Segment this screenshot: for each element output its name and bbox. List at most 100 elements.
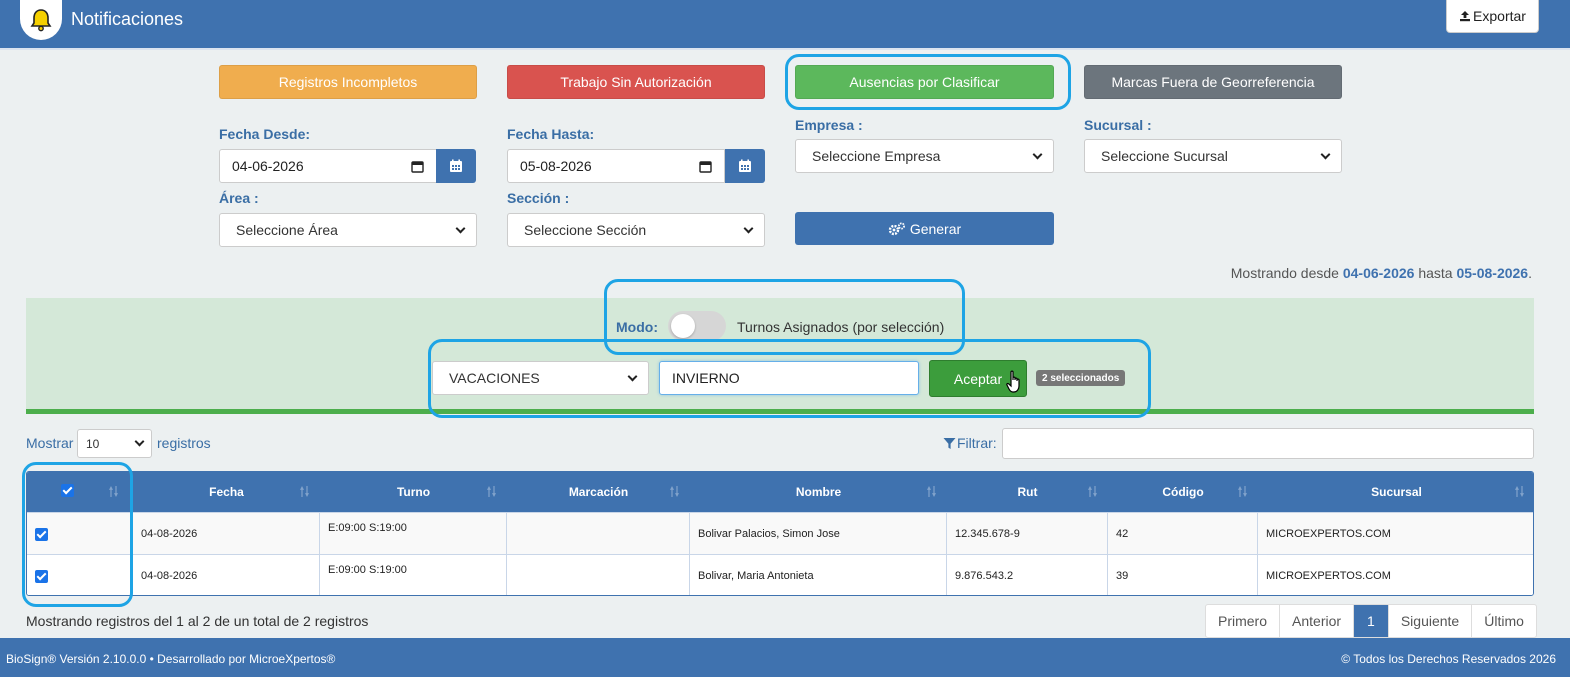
page-prev[interactable]: Anterior [1280, 605, 1355, 637]
export-label: Exportar [1473, 8, 1526, 24]
chevron-down-icon [1320, 149, 1331, 159]
range-from: 04-06-2026 [1342, 265, 1415, 281]
logo-badge [20, 0, 62, 40]
sort-icon [300, 486, 312, 498]
branch-select-value: Seleccione Sucursal [1101, 148, 1228, 164]
company-select[interactable]: Seleccione Empresa [795, 139, 1054, 173]
cell-sucursal: MICROEXPERTOS.COM [1266, 570, 1391, 582]
gears-icon [888, 222, 905, 235]
cell-turno: E:09:00 S:19:00 [320, 513, 507, 555]
page-length-value: 10 [86, 436, 100, 451]
cell-nombre: Bolivar, Maria Antonieta [690, 555, 947, 595]
cell-turno: E:09:00 S:19:00 [320, 555, 507, 595]
range-middle: hasta [1418, 265, 1453, 281]
section-label: Sección : [507, 190, 570, 206]
table-row[interactable]: 04-08-2026 E:09:00 S:19:00 Bolivar, Mari… [27, 554, 1533, 595]
date-from-label: Fecha Desde: [219, 126, 311, 142]
date-to-input[interactable]: 05-08-2026 [507, 149, 725, 183]
cell-codigo: 42 [1108, 513, 1258, 555]
filter-label-wrap: Filtrar: [943, 435, 997, 451]
generate-button[interactable]: Generar [795, 212, 1054, 245]
area-label: Área : [219, 190, 259, 206]
cell-marcacion [507, 513, 690, 555]
sort-icon [1515, 486, 1527, 498]
export-icon [1460, 11, 1471, 22]
col-codigo[interactable]: Código [1108, 472, 1258, 512]
col-nombre[interactable]: Nombre [690, 472, 947, 512]
col-nombre-label: Nombre [795, 485, 842, 499]
table-header: Fecha Turno Marcación Nombre Rut Código … [27, 472, 1533, 512]
page-length-select[interactable]: 10 [77, 429, 152, 458]
chevron-down-icon [1032, 149, 1043, 159]
area-select-value: Seleccione Área [236, 222, 338, 238]
col-fecha-label: Fecha [209, 485, 244, 499]
date-to-label: Fecha Hasta: [507, 126, 595, 142]
out-of-geofence-marks-button[interactable]: Marcas Fuera de Georreferencia [1084, 65, 1342, 99]
range-suffix: . [1528, 265, 1532, 281]
chevron-down-icon [455, 223, 466, 233]
sort-icon [1238, 486, 1250, 498]
col-rut-label: Rut [1017, 485, 1038, 499]
export-button[interactable]: Exportar [1446, 0, 1539, 33]
filter-input[interactable] [1002, 428, 1534, 459]
table-row[interactable]: 04-08-2026 E:09:00 S:19:00 Bolivar Palac… [27, 512, 1533, 555]
branch-label: Sucursal : [1084, 117, 1152, 133]
col-turno-label: Turno [396, 485, 431, 499]
col-codigo-label: Código [1162, 485, 1204, 499]
section-select[interactable]: Seleccione Sección [507, 213, 765, 247]
page-current[interactable]: 1 [1354, 605, 1389, 637]
branch-select[interactable]: Seleccione Sucursal [1084, 139, 1342, 173]
col-sucursal-label: Sucursal [1371, 485, 1422, 499]
calendar-icon [450, 159, 462, 172]
calendar-picker-icon[interactable] [411, 160, 424, 173]
col-turno[interactable]: Turno [320, 472, 507, 512]
generate-label: Generar [909, 220, 962, 237]
section-select-value: Seleccione Sección [524, 222, 647, 238]
area-select[interactable]: Seleccione Área [219, 213, 477, 247]
records-table: Fecha Turno Marcación Nombre Rut Código … [26, 471, 1534, 596]
footer-version: BioSign® Versión 2.10.0.0 • Desarrollado… [6, 652, 336, 666]
sort-icon [487, 486, 499, 498]
footer-copyright: © Todos los Derechos Reservados 2026 [1341, 652, 1556, 666]
incomplete-records-button[interactable]: Registros Incompletos [219, 65, 477, 99]
date-from-input[interactable]: 04-06-2026 [219, 149, 437, 183]
col-rut[interactable]: Rut [947, 472, 1108, 512]
date-range-summary: Mostrando desde 04-06-2026 hasta 05-08-2… [1231, 265, 1532, 281]
cell-sucursal: MICROEXPERTOS.COM [1266, 528, 1391, 540]
date-from-calendar-button[interactable] [436, 149, 476, 183]
filter-icon [943, 437, 956, 449]
highlight-accept-row [428, 339, 1151, 418]
sort-icon [927, 486, 939, 498]
col-marcacion[interactable]: Marcación [507, 472, 690, 512]
col-marcacion-label: Marcación [568, 485, 629, 499]
cell-nombre: Bolivar Palacios, Simon Jose [690, 513, 947, 555]
records-label: registros [157, 435, 211, 451]
date-to-value: 05-08-2026 [520, 158, 592, 174]
pagination: Primero Anterior 1 Siguiente Último [1205, 604, 1537, 638]
show-label: Mostrar [26, 435, 74, 451]
filter-label: Filtrar: [957, 435, 997, 451]
range-prefix: Mostrando desde [1230, 265, 1339, 281]
company-select-value: Seleccione Empresa [812, 148, 941, 164]
footer: BioSign® Versión 2.10.0.0 • Desarrollado… [0, 638, 1570, 677]
cell-codigo: 39 [1108, 555, 1258, 595]
unauthorized-work-button[interactable]: Trabajo Sin Autorización [507, 65, 765, 99]
range-to: 05-08-2026 [1456, 265, 1529, 281]
bell-icon [30, 9, 52, 32]
highlight-absences [785, 54, 1071, 110]
page-next[interactable]: Siguiente [1389, 605, 1473, 637]
chevron-down-icon [743, 223, 754, 233]
page-first[interactable]: Primero [1206, 605, 1281, 637]
sort-icon [670, 486, 682, 498]
table-info: Mostrando registros del 1 al 2 de un tot… [26, 613, 369, 629]
calendar-picker-icon[interactable] [699, 160, 712, 173]
chevron-down-icon [134, 436, 145, 447]
highlight-checkbox-column [22, 462, 133, 607]
cell-fecha: 04-08-2026 [133, 555, 320, 595]
calendar-icon [739, 159, 751, 172]
col-fecha[interactable]: Fecha [133, 472, 320, 512]
date-to-calendar-button[interactable] [725, 149, 765, 183]
page-title: Notificaciones [71, 9, 184, 29]
col-sucursal[interactable]: Sucursal [1258, 472, 1533, 512]
page-last[interactable]: Último [1472, 605, 1536, 637]
